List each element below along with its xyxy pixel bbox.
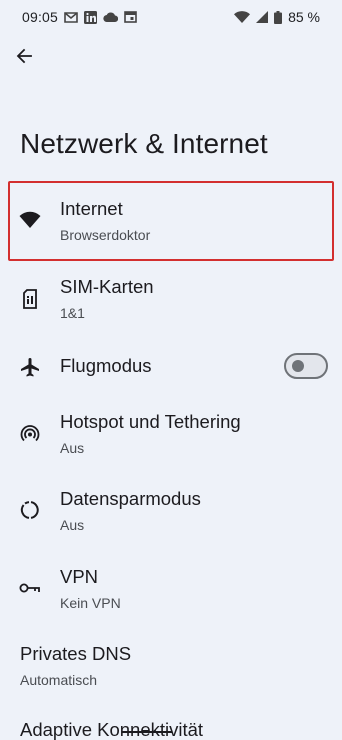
linkedin-icon [84, 10, 98, 24]
wifi-icon [18, 208, 42, 232]
item-texts: Hotspot und Tethering Aus [60, 411, 241, 457]
item-subtitle: Aus [60, 440, 85, 456]
item-title: Flugmodus [60, 355, 152, 376]
cell-signal-icon [256, 11, 269, 23]
item-texts: Adaptive Konnektivität [20, 719, 203, 740]
item-subtitle: Aus [60, 517, 85, 533]
item-subtitle: 1&1 [60, 305, 85, 321]
overlay-line [122, 731, 172, 733]
battery-icon [274, 10, 283, 24]
item-texts: SIM-Karten 1&1 [60, 276, 154, 322]
settings-item-sim-cards[interactable]: SIM-Karten 1&1 [0, 273, 342, 325]
item-title: Privates DNS [20, 643, 132, 664]
gmail-icon [64, 11, 78, 23]
item-texts: Datensparmodus Aus [60, 488, 201, 534]
item-texts: Flugmodus [60, 355, 152, 377]
vpn-key-icon [18, 576, 42, 600]
settings-item-internet[interactable]: Internet Browserdoktor [0, 195, 342, 247]
airplane-icon [18, 355, 42, 379]
status-left: 09:05 [22, 9, 137, 25]
item-texts: Internet Browserdoktor [60, 198, 150, 244]
toggle-knob [292, 360, 304, 372]
item-subtitle: Browserdoktor [60, 227, 151, 243]
item-title: Adaptive Konnektivität [20, 719, 204, 740]
settings-item-private-dns[interactable]: Privates DNS Automatisch [0, 640, 342, 692]
settings-item-vpn[interactable]: VPN Kein VPN [0, 563, 342, 615]
item-title: Datensparmodus [60, 488, 201, 509]
back-button[interactable] [10, 44, 38, 72]
settings-item-airplane-mode[interactable]: Flugmodus [0, 352, 342, 382]
data-saver-icon [18, 498, 42, 522]
sim-card-icon [18, 287, 42, 311]
battery-percent: 85 % [288, 9, 320, 25]
page-title: Netzwerk & Internet [20, 128, 268, 159]
item-title: SIM-Karten [60, 276, 154, 297]
status-right: 85 % [234, 9, 320, 25]
airplane-mode-toggle[interactable] [284, 353, 328, 379]
item-texts: Privates DNS Automatisch [20, 643, 131, 689]
status-time: 09:05 [22, 9, 59, 25]
status-bar: 09:05 85 % [0, 0, 342, 34]
hotspot-icon [18, 422, 42, 446]
item-texts: VPN Kein VPN [60, 566, 121, 612]
item-subtitle: Kein VPN [60, 595, 121, 611]
item-title: VPN [60, 566, 99, 587]
wifi-status-icon [234, 11, 251, 23]
item-title: Hotspot und Tethering [60, 411, 241, 432]
item-title: Internet [60, 198, 123, 219]
settings-item-hotspot[interactable]: Hotspot und Tethering Aus [0, 408, 342, 460]
cloud-icon [103, 12, 119, 22]
settings-item-adaptive-connectivity[interactable]: Adaptive Konnektivität [0, 716, 342, 740]
calendar-icon [124, 11, 137, 23]
item-subtitle: Automatisch [20, 672, 98, 688]
arrow-back-icon [16, 48, 32, 69]
settings-item-data-saver[interactable]: Datensparmodus Aus [0, 485, 342, 537]
